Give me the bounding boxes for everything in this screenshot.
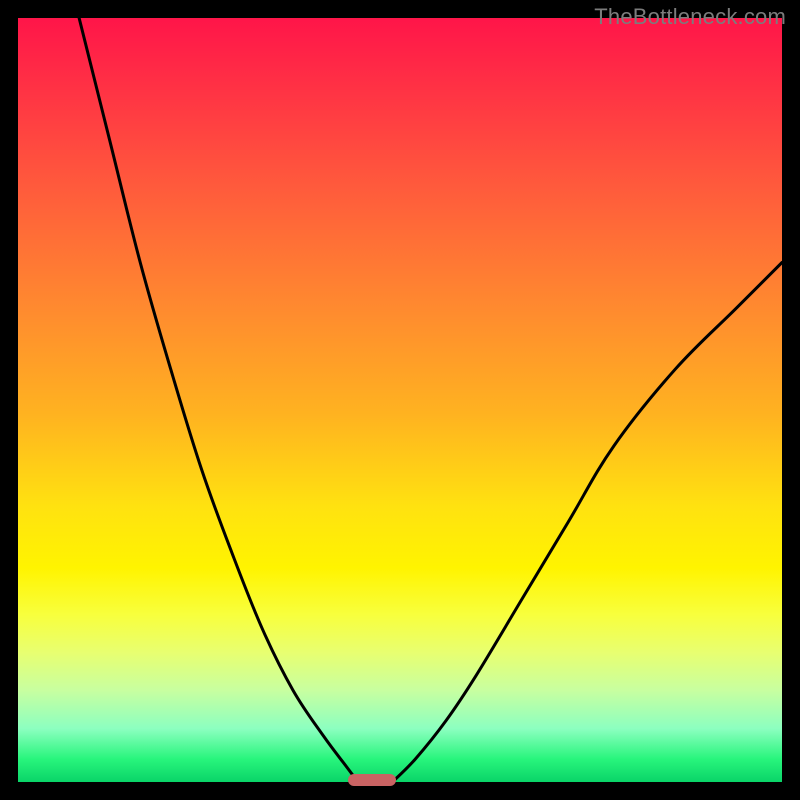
chart-frame: TheBottleneck.com (0, 0, 800, 800)
right-curve (392, 262, 782, 782)
watermark-text: TheBottleneck.com (594, 4, 786, 30)
bottleneck-marker (348, 774, 396, 786)
curves-layer (18, 18, 782, 782)
left-curve (79, 18, 358, 782)
